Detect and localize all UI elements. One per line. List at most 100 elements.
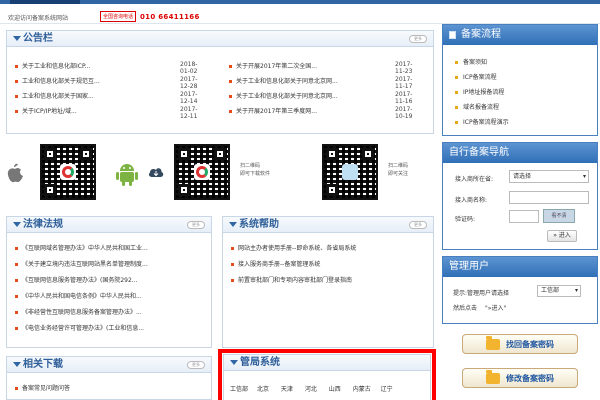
bullet-icon [455, 106, 458, 109]
bullet-icon [15, 327, 18, 330]
process-link[interactable]: ICP备案流程演示 [463, 119, 509, 126]
admin-users-panel: 管理用户 提示:管理用户请选择 工信部 ▾ 然后点击 "»进入" [442, 256, 598, 324]
welcome-text: 欢迎访问备案系统网站 [8, 15, 69, 22]
bullet-icon [229, 80, 232, 83]
announcement-header: 公告栏 更多 [7, 31, 433, 47]
announcement-item[interactable]: 关于工业和信息化部关于同意北京网... 2017-11-16 [229, 91, 412, 105]
header-arrow-icon [230, 360, 238, 365]
announcement-date: 2018-01-02 [180, 61, 198, 75]
downloads-title: 相关下载 [23, 359, 63, 370]
self-filing-nav-panel: 自行备案导航 接入商所在省: 请选择 ▾ 接入商名称: 验证码: 看不清 » 进… [442, 142, 598, 250]
qr-logo-icon [60, 164, 76, 180]
law-link[interactable]: 《中华人民共和国电信条例》中华人民共和... [22, 293, 142, 300]
process-link[interactable]: ICP备案流程 [463, 74, 497, 81]
admin-enter-link[interactable]: "»进入" [485, 303, 506, 312]
bullet-icon [15, 80, 18, 83]
bureau-link[interactable]: 辽宁 [381, 386, 393, 393]
law-link[interactable]: 《关于建立境内违法互联网站黑名单管理制度... [22, 261, 148, 268]
process-item[interactable]: 备案须知 [455, 57, 487, 66]
announcement-item[interactable]: 关于ICP/IP地址/域... 2017-12-11 [15, 106, 197, 120]
announcement-item[interactable]: 关于工业和信息化部ICP... 2018-01-02 [15, 61, 197, 75]
android-qr-code [174, 144, 230, 200]
law-item[interactable]: 《互联网信息服务管理办法》(国务院292... [15, 275, 138, 284]
help-link[interactable]: 前置审批部门和专项内容审批部门登录指南 [238, 277, 352, 284]
bureau-link[interactable]: 工信部 [230, 386, 248, 393]
law-item[interactable]: 《互联网域名管理办法》中华人民共和国工业... [15, 243, 148, 252]
cloud-download-icon[interactable] [148, 166, 164, 178]
laws-header: 法律法规 更多 [7, 217, 211, 233]
bureau-link[interactable]: 河北 [305, 386, 317, 393]
help-panel: 系统帮助 更多 网站主办者使用手册--即命系统、各省局系统 接入服务商手册--备… [222, 216, 434, 348]
announcement-link[interactable]: 工业和信息化部关于国家... [22, 93, 94, 100]
province-select[interactable]: 请选择 ▾ [509, 170, 589, 183]
bullet-icon [15, 295, 18, 298]
process-item[interactable]: ICP备案流程 [455, 72, 497, 81]
announcement-item[interactable]: 工业和信息化部关于规范互... 2017-12-28 [15, 76, 197, 90]
law-item[interactable]: 《非经营性互联网信息服务备案管理办法》... [15, 307, 142, 316]
find-password-button[interactable]: 找回备案密码 [462, 334, 578, 354]
android-icon[interactable] [116, 162, 138, 186]
process-item[interactable]: 域名报备流程 [455, 102, 499, 111]
bureau-link[interactable]: 北京 [257, 386, 269, 393]
bureau-link[interactable]: 山西 [329, 386, 341, 393]
announcement-date: 2017-12-11 [180, 106, 198, 120]
help-link[interactable]: 接入服务商手册--备案管理系统 [238, 261, 320, 268]
announcement-link[interactable]: 关于开展2017年第二次全国... [236, 63, 317, 70]
law-item[interactable]: 《中华人民共和国电信条例》中华人民共和... [15, 291, 142, 300]
law-item[interactable]: 《关于建立境内违法互联网站黑名单管理制度... [15, 259, 148, 268]
announcement-item[interactable]: 工业和信息化部关于国家... 2017-12-14 [15, 91, 197, 105]
admin-select[interactable]: 工信部 ▾ [537, 285, 581, 297]
province-select-value: 请选择 [513, 173, 532, 180]
law-link[interactable]: 《互联网信息服务管理办法》(国务院292... [22, 277, 138, 284]
announcement-item[interactable]: 关于开展2017年第三季度网... 2017-10-19 [229, 106, 412, 120]
laws-more-button[interactable]: 更多 [187, 221, 205, 229]
help-item[interactable]: 网站主办者使用手册--即命系统、各省局系统 [231, 243, 356, 252]
chevron-down-icon: ▾ [582, 173, 586, 180]
download-link[interactable]: 备案常见问题问答 [22, 385, 70, 392]
bullet-icon [231, 279, 234, 282]
help-link[interactable]: 网站主办者使用手册--即命系统、各省局系统 [238, 245, 356, 252]
process-link[interactable]: 备案须知 [463, 59, 487, 66]
announcement-link[interactable]: 关于ICP/IP地址/域... [22, 108, 77, 115]
announcement-date: 2017-10-19 [395, 106, 413, 120]
announcement-item[interactable]: 关于工业和信息化部关于同意北京网... 2017-11-17 [229, 76, 412, 90]
bullet-icon [231, 247, 234, 250]
help-more-button[interactable]: 更多 [409, 221, 427, 229]
bureau-link[interactable]: 内蒙古 [353, 386, 371, 393]
announcement-link[interactable]: 关于开展2017年第三季度网... [236, 108, 317, 115]
captcha-image[interactable]: 看不清 [543, 209, 575, 223]
provider-name-input[interactable] [509, 191, 589, 204]
announcement-link[interactable]: 工业和信息化部关于规范互... [22, 78, 100, 85]
captcha-input[interactable] [509, 210, 539, 223]
announcement-link[interactable]: 关于工业和信息化部关于同意北京网... [236, 93, 338, 100]
process-item[interactable]: ICP备案流程演示 [455, 117, 509, 126]
announcement-item[interactable]: 关于开展2017年第二次全国... 2017-11-23 [229, 61, 412, 75]
law-link[interactable]: 《互联网域名管理办法》中华人民共和国工业... [22, 245, 148, 252]
enter-button[interactable]: » 进入 [547, 230, 577, 242]
help-item[interactable]: 前置审批部门和专项内容审批部门登录指南 [231, 275, 352, 284]
announcement-more-button[interactable]: 更多 [409, 35, 427, 43]
change-password-label: 修改备案密码 [506, 373, 554, 383]
bullet-icon [15, 110, 18, 113]
bureau-links: 工信部 北京 天津 河北 山西 内蒙古 辽宁 [230, 384, 393, 393]
help-title: 系统帮助 [239, 219, 279, 230]
laws-title: 法律法规 [23, 219, 63, 230]
announcement-link[interactable]: 关于工业和信息化部关于同意北京网... [236, 78, 338, 85]
announcement-link[interactable]: 关于工业和信息化部ICP... [22, 63, 90, 70]
process-link[interactable]: 域名报备流程 [463, 104, 499, 111]
law-item[interactable]: 《电信业务经营许可管理办法》(工业和信息... [15, 323, 144, 332]
process-item[interactable]: IP地址报备流程 [455, 87, 504, 96]
bullet-icon [15, 311, 18, 314]
bureau-link[interactable]: 天津 [281, 386, 293, 393]
downloads-more-button[interactable]: 更多 [187, 361, 205, 369]
find-password-label: 找回备案密码 [506, 339, 554, 349]
law-link[interactable]: 《电信业务经营许可管理办法》(工业和信息... [22, 325, 144, 332]
apple-icon[interactable] [6, 162, 24, 184]
help-item[interactable]: 接入服务商手册--备案管理系统 [231, 259, 320, 268]
change-password-button[interactable]: 修改备案密码 [462, 368, 578, 388]
header-arrow-icon [13, 362, 21, 367]
process-link[interactable]: IP地址报备流程 [463, 89, 504, 96]
law-link[interactable]: 《非经营性互联网信息服务备案管理办法》... [22, 309, 142, 316]
download-item[interactable]: 备案常见问题问答 [15, 383, 70, 392]
hotline-number: 010 66411166 [140, 12, 200, 21]
